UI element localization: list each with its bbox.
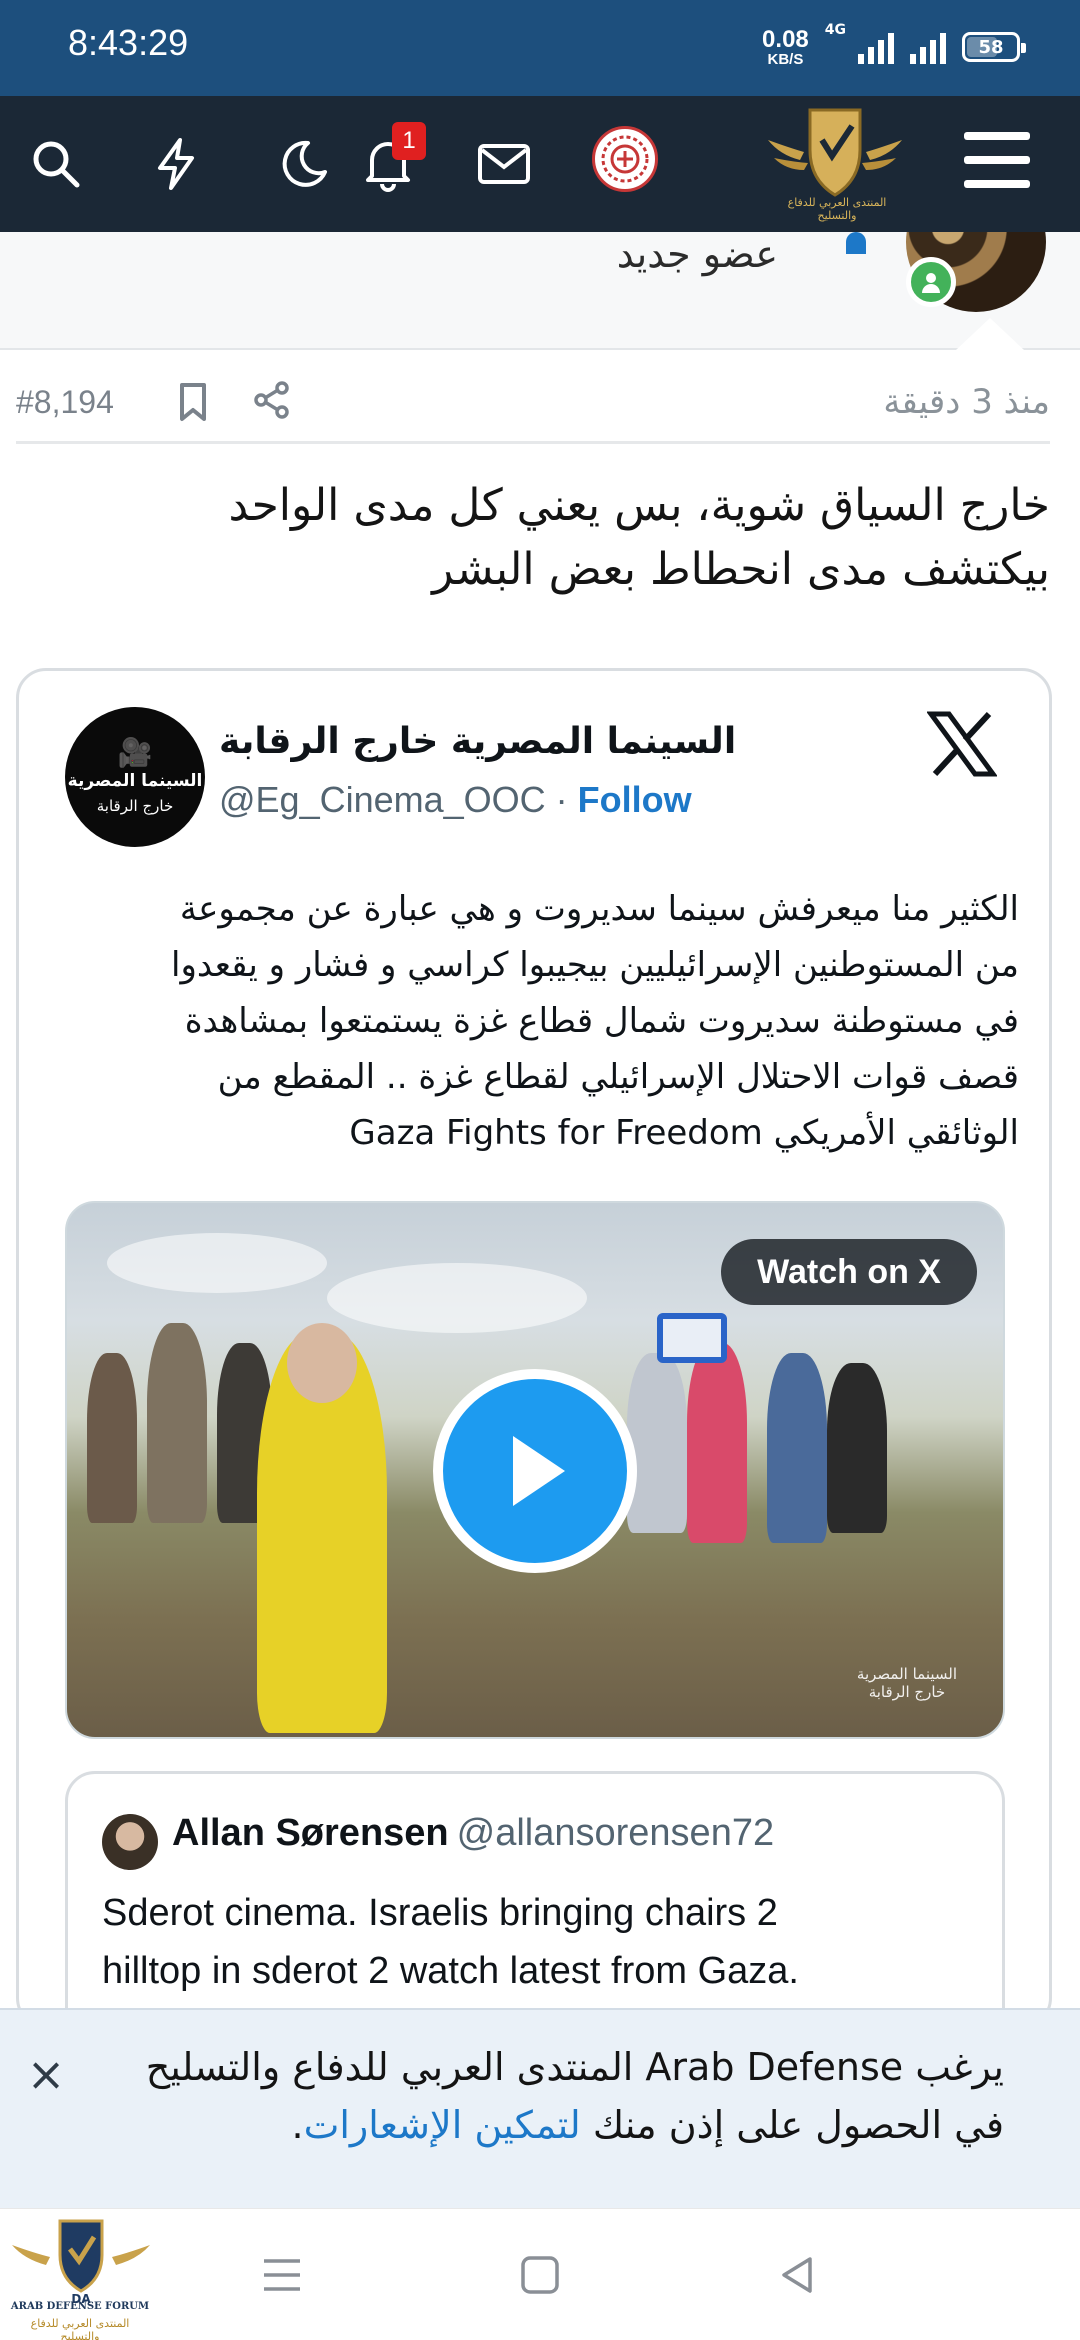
battery-level: 58 [978,36,1004,58]
share-icon[interactable] [252,380,292,424]
quoted-author-handle[interactable]: @allansorensen72 [457,1812,774,1854]
top-nav-bar: 1 المنتدى العربي للدفاع والتسليح [0,96,1080,232]
quoted-author-name[interactable]: Allan Sørensen [172,1812,449,1854]
signal-icon [858,30,894,64]
tweet-text-line: قصف قوات الاحتلال الإسرائيلي لقطاع غزة .… [217,1057,1019,1097]
cloud [107,1233,327,1293]
enable-notifications-link[interactable]: لتمكين الإشعارات [304,2103,581,2147]
post-time[interactable]: منذ 3 دقيقة [883,382,1050,422]
tweet-video[interactable]: Watch on X السينما المصرية خارج الرقابة [65,1201,1005,1739]
moon-icon[interactable] [270,130,338,198]
watch-on-x-button[interactable]: Watch on X [721,1239,977,1305]
x-logo-icon[interactable] [926,711,998,777]
bell-icon[interactable]: 1 [354,122,426,198]
popover-arrow [956,318,1024,350]
quoted-author-row: Allan Sørensen @allansorensen72 [172,1812,774,1855]
crowd-figure [767,1353,827,1543]
tweet-author-avatar[interactable]: 🎥 السينما المصرية خارج الرقابة [65,707,205,847]
avatar-text: السينما المصرية [67,771,203,791]
crowd-head [287,1323,357,1403]
post-meta: #8,194 منذ 3 دقيقة [16,378,1050,444]
follow-button[interactable]: Follow [578,779,692,820]
permission-text-plain: في الحصول على إذن منك [580,2103,1004,2147]
tweet-text-line: في مستوطنة سديروت شمال قطاع غزة يستمتعوا… [184,1001,1019,1041]
close-icon[interactable]: × [26,2051,66,2097]
post-text-line: بيكتشف مدى انحطاط بعض البشر [432,544,1050,595]
home-button-icon[interactable] [512,2247,568,2303]
play-icon [513,1436,565,1506]
footer-logo-text-ar: المنتدى العربي للدفاع والتسليح [30,2317,130,2340]
permission-text-end: . [291,2103,304,2147]
online-status-icon [906,257,956,307]
back-button-icon[interactable] [770,2247,826,2303]
system-nav-bar: DA ARAB DEFENSE FORUM المنتدى العربي للد… [0,2208,1080,2340]
recents-button-icon[interactable] [254,2247,310,2303]
status-time: 8:43:29 [68,22,189,63]
quoted-author-avatar[interactable] [102,1814,158,1870]
tweet-author-name[interactable]: السينما المصرية خارج الرقابة [219,721,736,762]
member-title: عضو جديد [616,232,778,276]
quoted-tweet[interactable]: Allan Sørensen @allansorensen72 Sderot ci… [65,1771,1005,2025]
permission-text: يرغب Arab Defense المنتدى العربي للدفاع … [104,2038,1004,2154]
tweet-handle-row: @Eg_Cinema_OOC · Follow [219,779,692,821]
footer-logo-text: ARAB DEFENSE FORUM [10,2301,150,2312]
separator: · [545,779,578,820]
quoted-text-line: hilltop in sderot 2 watch latest from Ga… [102,1950,799,1992]
bookmark-icon[interactable] [176,382,210,426]
tweet-text-line: الكثير منا ميعرفش سينما سديروت و هي عبار… [179,889,1019,929]
quoted-text-line: Sderot cinema. Israelis bringing chairs … [102,1892,778,1934]
menu-icon[interactable] [964,126,1030,194]
bolt-icon[interactable] [142,130,210,198]
network-speed-value: 0.08 [762,25,809,53]
watermark-text: السينما المصرية [856,1665,957,1683]
post-body: خارج السياق شوية، بس يعني كل مدى الواحد … [50,474,1050,602]
permission-line-2: في الحصول على إذن منك لتمكين الإشعارات. [104,2096,1005,2154]
post-author-strip: عضو جديد [0,232,1080,350]
status-indicators: 0.08 KB/S 4G 58 [762,22,1026,72]
network-speed: 0.08 KB/S [762,25,809,68]
follow-bell-icon[interactable] [840,232,872,260]
play-button[interactable] [433,1369,637,1573]
network-type: 4G [824,22,846,38]
signal-icon-2 [910,30,946,64]
post-text-line: خارج السياق شوية، بس يعني كل مدى الواحد [228,480,1050,531]
video-watermark: السينما المصرية خارج الرقابة [857,1665,957,1701]
crowd-figure [827,1363,887,1533]
avatar-text: خارج الرقابة [96,797,174,815]
crowd-figure [687,1343,747,1543]
notification-permission-banner: × يرغب Arab Defense المنتدى العربي للدفا… [0,2008,1080,2208]
network-speed-unit: KB/S [767,50,804,68]
logo-caption: المنتدى العربي للدفاع والتسليح [787,196,887,222]
user-avatar-nav[interactable] [592,126,658,192]
permission-line: يرغب Arab Defense المنتدى العربي للدفاع … [145,2045,1004,2089]
crowd-figure [627,1353,687,1533]
search-icon[interactable] [22,130,90,198]
camera-icon: 🎥 [117,736,153,769]
cloud [327,1263,587,1333]
crowd-figure [147,1323,207,1523]
tweet-embed[interactable]: 🎥 السينما المصرية خارج الرقابة السينما ا… [16,668,1052,2028]
battery-icon: 58 [962,32,1026,62]
tweet-text-line: من المستوطنين الإسرائيليين بيجيبوا كراسي… [171,945,1019,985]
tweet-author-handle[interactable]: @Eg_Cinema_OOC [219,779,546,820]
tweet-text: الكثير منا ميعرفش سينما سديروت و هي عبار… [79,881,1019,1161]
flag [657,1313,727,1363]
tweet-text-line: الوثائقي الأمريكي Gaza Fights for Freedo… [349,1113,1019,1153]
post-number[interactable]: #8,194 [16,384,114,421]
watermark-text: خارج الرقابة [868,1683,946,1701]
mail-icon[interactable] [470,130,538,198]
crowd-figure [87,1353,137,1523]
status-bar: 8:43:29 0.08 KB/S 4G 58 [0,0,1080,96]
quoted-tweet-text: Sderot cinema. Israelis bringing chairs … [102,1884,982,2000]
notification-badge: 1 [392,122,426,160]
